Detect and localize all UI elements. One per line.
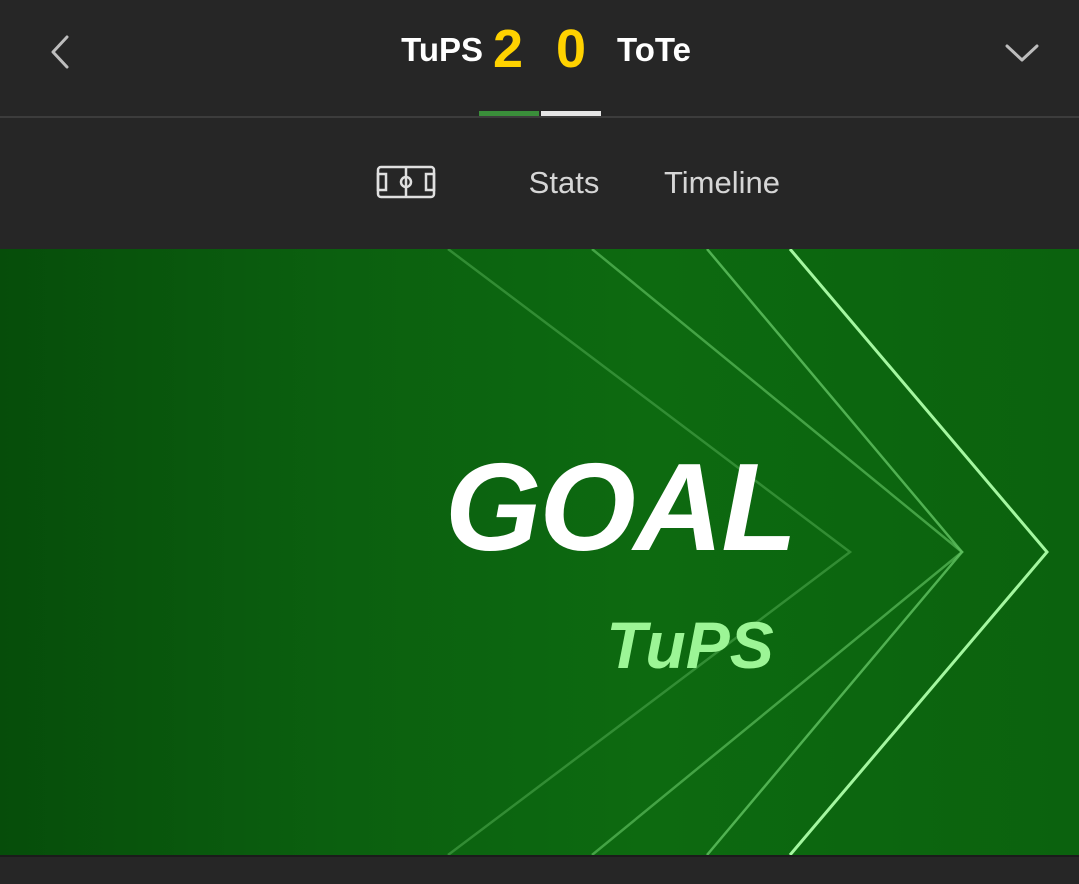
scoreline: TuPS 2 0 ToTe [0,0,1079,100]
pitch-icon [376,165,436,199]
scoring-team-name: TuPS [606,608,774,682]
home-score: 2 [492,19,524,79]
goal-event-banner: GOAL TuPS [0,249,1079,855]
goal-title: GOAL [444,439,797,577]
away-score: 0 [555,19,587,79]
bottom-strip [0,855,1079,884]
tab-pitch[interactable] [368,160,444,264]
chevron-down-icon [1005,44,1039,62]
away-team-name: ToTe [617,31,691,68]
home-team-name: TuPS [401,31,483,68]
tab-timeline[interactable]: Timeline [648,162,796,204]
expand-button[interactable] [992,22,1052,82]
tab-stats[interactable]: Stats [505,162,623,204]
match-header: TuPS 2 0 ToTe [0,0,1079,117]
tab-bar: Stats Timeline [0,118,1079,264]
